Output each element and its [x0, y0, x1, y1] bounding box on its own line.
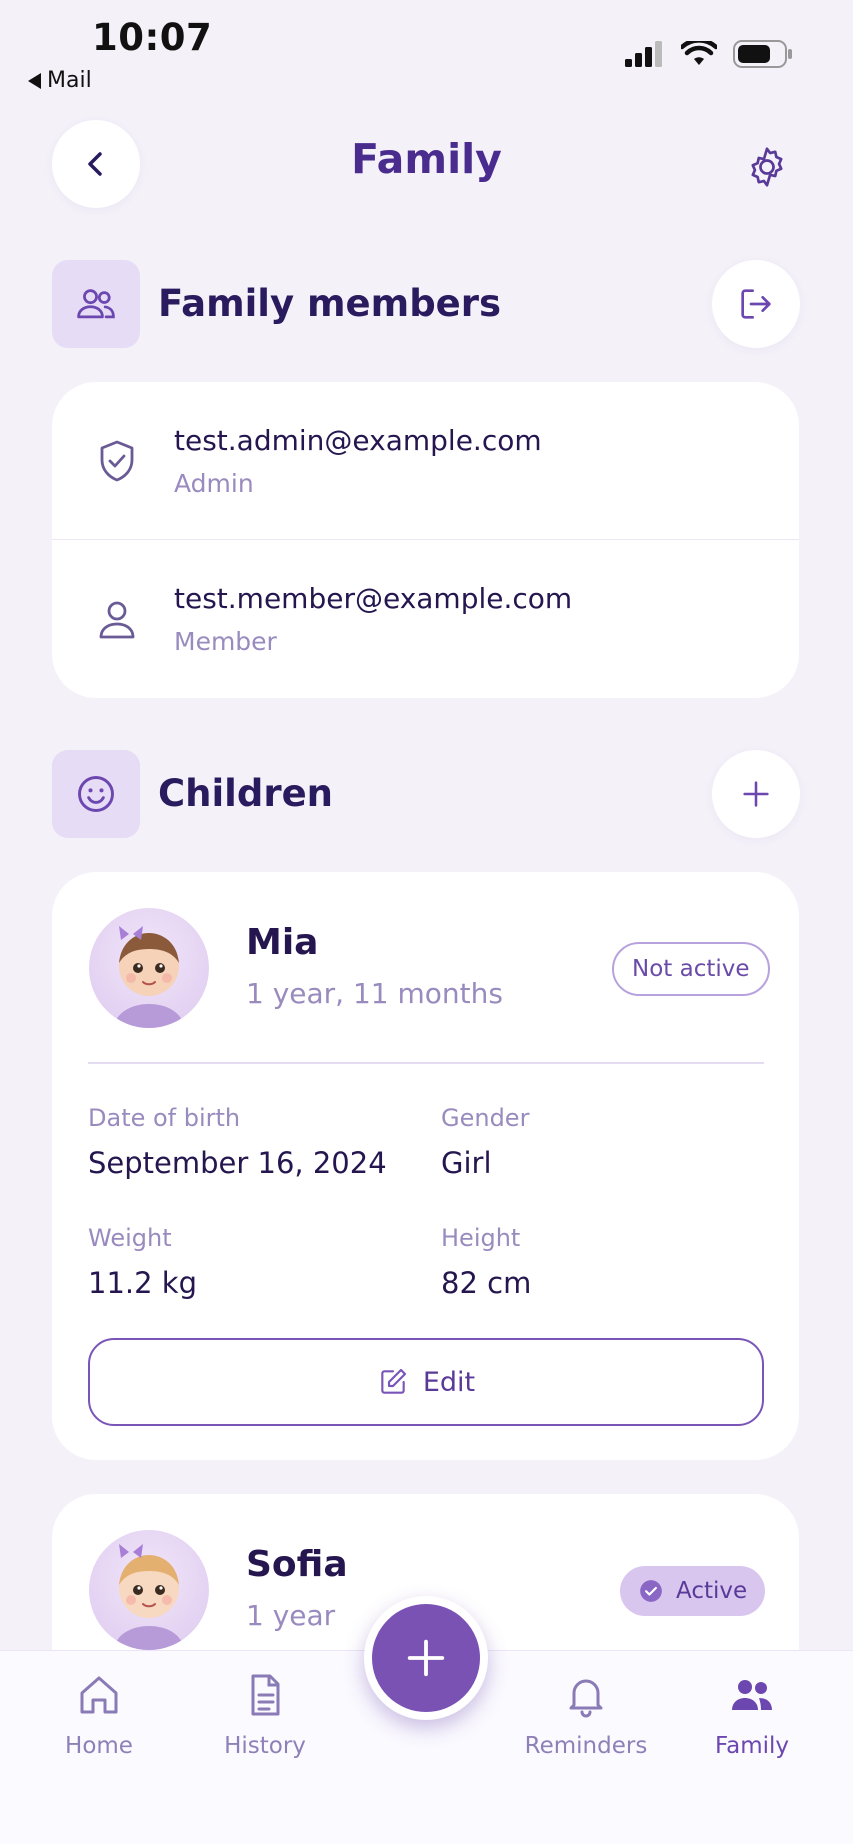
signal-icon [625, 41, 662, 67]
member-row-member[interactable]: test.member@example.com Member [52, 540, 799, 698]
users-icon [77, 289, 115, 319]
wifi-icon [681, 41, 717, 65]
add-child-button[interactable] [712, 750, 800, 838]
family-members-title: Family members [158, 282, 502, 325]
status-time: 10:07 [92, 16, 213, 59]
logout-icon [741, 289, 771, 319]
battery-icon [733, 40, 792, 68]
member-role: Admin [174, 469, 254, 498]
gear-icon [751, 147, 783, 187]
shield-check-icon [100, 440, 134, 482]
plus-icon [743, 781, 769, 807]
height-label: Height [441, 1224, 521, 1252]
family-icon [732, 1680, 772, 1710]
check-circle-icon [640, 1580, 662, 1602]
nav-reminders-label: Reminders [524, 1733, 648, 1759]
member-email: test.admin@example.com [174, 424, 542, 457]
baby-illustration [115, 1544, 183, 1650]
member-role: Member [174, 627, 277, 656]
dob-value: September 16, 2024 [88, 1146, 387, 1180]
weight-value: 11.2 kg [88, 1266, 197, 1300]
card-divider [88, 1062, 764, 1064]
child-name: Sofia [246, 1544, 348, 1585]
dob-label: Date of birth [88, 1104, 241, 1132]
gender-label: Gender [441, 1104, 530, 1132]
settings-button[interactable] [740, 140, 794, 194]
nav-family[interactable]: Family [682, 1671, 822, 1759]
baby-illustration [115, 926, 183, 1028]
status-icons [625, 40, 793, 68]
user-icon [99, 601, 135, 639]
nav-reminders[interactable]: Reminders [516, 1671, 656, 1759]
leave-family-button[interactable] [712, 260, 800, 348]
height-value: 82 cm [441, 1266, 532, 1300]
children-icon-box [52, 750, 140, 838]
child-name: Mia [246, 922, 319, 963]
back-app-label: Mail [47, 68, 92, 93]
nav-history[interactable]: History [195, 1671, 335, 1759]
smile-icon [78, 776, 114, 812]
status-badge[interactable]: Not active [612, 942, 770, 996]
nav-home[interactable]: Home [29, 1671, 169, 1759]
edit-icon [381, 1368, 406, 1394]
member-row-admin[interactable]: test.admin@example.com Admin [52, 382, 799, 540]
child-avatar [89, 1530, 209, 1650]
family-members-card: test.admin@example.com Admin test.member… [52, 382, 799, 698]
page-title: Family [351, 135, 502, 183]
add-entry-fab[interactable] [364, 1596, 488, 1720]
nav-family-label: Family [714, 1733, 789, 1759]
family-members-icon-box [52, 260, 140, 348]
bell-icon [569, 1679, 603, 1718]
child-age: 1 year, 11 months [246, 977, 503, 1010]
nav-home-label: Home [65, 1733, 133, 1759]
back-triangle-icon [28, 72, 41, 89]
child-avatar [89, 908, 209, 1028]
child-card-mia: Mia 1 year, 11 months Not active Date of… [52, 872, 799, 1460]
gender-value: Girl [441, 1146, 492, 1180]
weight-label: Weight [88, 1224, 172, 1252]
edit-label: Edit [422, 1366, 476, 1398]
document-icon [251, 1674, 280, 1716]
children-title: Children [158, 772, 334, 815]
edit-child-button[interactable]: Edit [88, 1338, 764, 1426]
member-email: test.member@example.com [174, 582, 573, 615]
status-badge[interactable]: Active [620, 1566, 766, 1616]
nav-history-label: History [224, 1733, 306, 1759]
home-icon [80, 1676, 118, 1714]
status-badge-label: Active [676, 1578, 748, 1604]
back-to-app[interactable]: Mail [28, 68, 92, 93]
child-age: 1 year [246, 1599, 336, 1632]
plus-icon [407, 1639, 445, 1677]
